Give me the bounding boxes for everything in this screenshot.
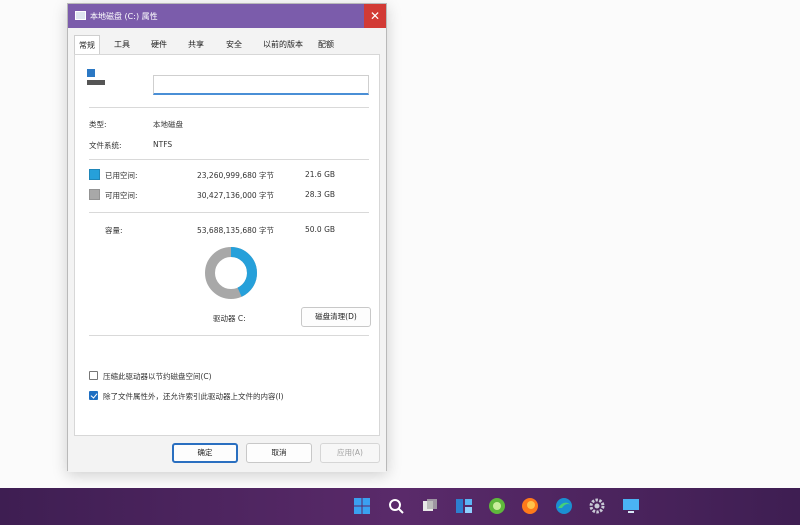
free-space-size: 28.3 GB <box>305 190 336 199</box>
compress-label[interactable]: 压缩此驱动器以节约磁盘空间(C) <box>103 371 212 382</box>
drive-icon <box>75 11 86 20</box>
tab-hardware[interactable]: 硬件 <box>151 36 167 54</box>
divider <box>89 212 369 213</box>
tab-security[interactable]: 安全 <box>226 36 242 54</box>
compress-checkbox[interactable] <box>89 371 98 380</box>
close-button[interactable]: ✕ <box>364 4 386 28</box>
chat-icon[interactable] <box>488 497 506 515</box>
filesystem-value: NTFS <box>153 140 173 149</box>
drive-name-input[interactable] <box>153 75 369 95</box>
free-space-label: 可用空间: <box>105 191 138 200</box>
used-space-swatch <box>89 169 100 180</box>
title-bar[interactable]: 本地磁盘 (C:) 属性 ✕ <box>68 4 386 28</box>
disk-usage-donut <box>205 247 257 299</box>
filesystem-label: 文件系统: <box>89 141 122 150</box>
drive-large-icon <box>87 69 109 87</box>
disk-cleanup-button[interactable]: 磁盘清理(D) <box>301 307 371 327</box>
used-space-size: 21.6 GB <box>305 170 336 179</box>
free-space-swatch <box>89 189 100 200</box>
type-value: 本地磁盘 <box>153 120 183 129</box>
firefox-icon[interactable] <box>521 497 539 515</box>
window-title: 本地磁盘 (C:) 属性 <box>90 12 158 21</box>
capacity-size: 50.0 GB <box>305 225 336 234</box>
general-panel: 类型: 本地磁盘 文件系统: NTFS 已用空间: 23,260,999,680… <box>74 54 380 436</box>
tab-previous-versions[interactable]: 以前的版本 <box>263 36 303 54</box>
divider <box>89 335 369 336</box>
divider <box>89 107 369 108</box>
drive-label: 驱动器 C: <box>213 314 246 323</box>
this-pc-icon[interactable] <box>622 497 640 515</box>
properties-dialog: 本地磁盘 (C:) 属性 ✕ 常规 工具 硬件 共享 安全 以前的版本 配额 类… <box>67 3 387 472</box>
dialog-footer: 确定 取消 应用(A) <box>68 436 386 472</box>
task-view-icon[interactable] <box>421 497 439 515</box>
capacity-label: 容量: <box>105 226 123 235</box>
widgets-icon[interactable] <box>455 497 473 515</box>
tab-tools[interactable]: 工具 <box>114 36 130 54</box>
divider <box>89 159 369 160</box>
tab-sharing[interactable]: 共享 <box>188 36 204 54</box>
ok-button[interactable]: 确定 <box>172 443 238 463</box>
tab-bar: 常规 工具 硬件 共享 安全 以前的版本 配额 <box>74 35 380 56</box>
apply-button[interactable]: 应用(A) <box>320 443 380 463</box>
start-icon[interactable] <box>353 497 371 515</box>
cancel-button[interactable]: 取消 <box>246 443 312 463</box>
taskbar <box>0 488 800 525</box>
index-checkbox[interactable] <box>89 391 98 400</box>
search-icon[interactable] <box>387 497 405 515</box>
capacity-bytes: 53,688,135,680 字节 <box>197 226 275 235</box>
type-label: 类型: <box>89 120 107 129</box>
tab-quota[interactable]: 配额 <box>318 36 334 54</box>
edge-icon[interactable] <box>555 497 573 515</box>
settings-icon[interactable] <box>588 497 606 515</box>
index-label[interactable]: 除了文件属性外，还允许索引此驱动器上文件的内容(I) <box>103 391 284 402</box>
tab-general[interactable]: 常规 <box>74 35 100 56</box>
used-space-label: 已用空间: <box>105 171 138 180</box>
free-space-bytes: 30,427,136,000 字节 <box>197 191 275 200</box>
used-space-bytes: 23,260,999,680 字节 <box>197 171 275 180</box>
